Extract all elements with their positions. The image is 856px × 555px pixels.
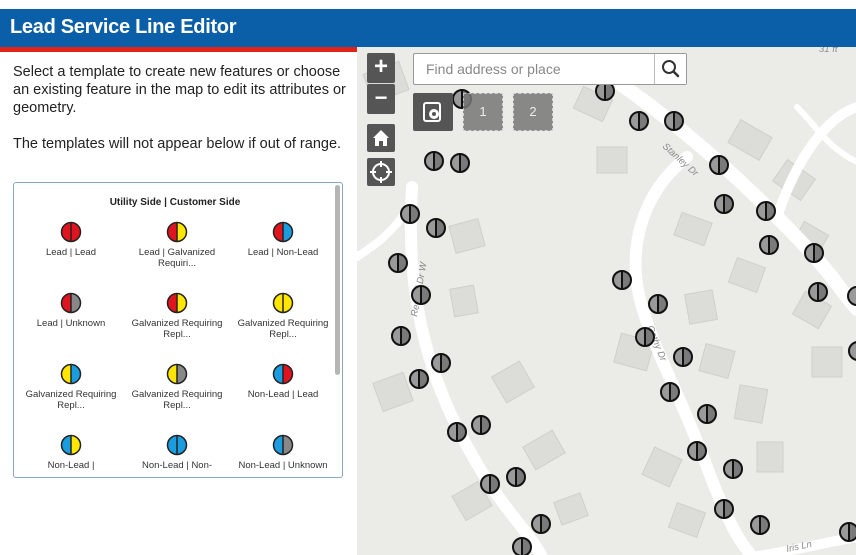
service-line-marker[interactable]: [756, 201, 776, 221]
service-line-marker[interactable]: [409, 369, 429, 389]
service-line-symbol-icon: [60, 292, 82, 314]
service-line-marker[interactable]: [629, 111, 649, 131]
service-line-marker[interactable]: [512, 537, 532, 555]
template-item[interactable]: Galvanized Requiring Repl...: [230, 292, 336, 340]
edit-gear-icon: [423, 102, 441, 122]
service-line-marker[interactable]: [808, 282, 828, 302]
service-line-symbol-icon: [166, 434, 188, 456]
template-picker[interactable]: Utility Side | Customer Side Lead | Lead…: [13, 182, 343, 478]
service-line-marker[interactable]: [687, 441, 707, 461]
template-label: Non-Lead | Unknown: [238, 460, 328, 471]
template-item[interactable]: Galvanized Requiring Repl...: [124, 363, 230, 411]
template-item[interactable]: Non-Lead | Non-: [124, 434, 230, 471]
instruction-text-1: Select a template to create new features…: [13, 64, 346, 116]
service-line-marker[interactable]: [714, 499, 734, 519]
template-item[interactable]: Lead | Galvanized Requiri...: [124, 221, 230, 269]
service-line-symbol-icon: [272, 221, 294, 243]
service-line-symbol-icon: [272, 363, 294, 385]
service-line-marker[interactable]: [450, 153, 470, 173]
template-label: Galvanized Requiring Repl...: [25, 389, 117, 411]
service-line-marker[interactable]: [531, 514, 551, 534]
template-item[interactable]: Non-Lead | Lead: [230, 363, 336, 400]
service-line-symbol-icon: [60, 434, 82, 456]
locate-icon: [370, 161, 392, 183]
service-line-symbol-icon: [166, 292, 188, 314]
editor-panel: Select a template to create new features…: [0, 52, 357, 555]
service-line-marker[interactable]: [697, 404, 717, 424]
app-title: Lead Service Line Editor: [10, 16, 237, 38]
page-2-button[interactable]: 2: [513, 93, 553, 131]
service-line-marker[interactable]: [391, 326, 411, 346]
map-view[interactable]: Stanley Dr Record Dr W Cathy Dr Iris Ln …: [357, 47, 856, 555]
search-button[interactable]: [654, 54, 686, 84]
home-button[interactable]: [367, 124, 395, 152]
template-label: Galvanized Requiring Repl...: [131, 389, 223, 411]
template-item[interactable]: Galvanized Requiring Repl...: [124, 292, 230, 340]
search-box: [413, 53, 687, 85]
instructions: Select a template to create new features…: [13, 63, 348, 171]
service-line-marker[interactable]: [480, 474, 500, 494]
service-line-marker[interactable]: [804, 243, 824, 263]
locate-button[interactable]: [367, 158, 395, 186]
app-header: Lead Service Line Editor: [0, 9, 856, 47]
service-line-marker[interactable]: [400, 204, 420, 224]
template-label: Lead | Unknown: [36, 318, 106, 329]
zoom-out-button[interactable]: −: [367, 84, 395, 114]
template-item[interactable]: Lead | Unknown: [18, 292, 124, 329]
template-label: Lead | Lead: [45, 247, 96, 258]
service-line-marker[interactable]: [424, 151, 444, 171]
template-label: Lead | Non-Lead: [247, 247, 319, 258]
service-line-marker[interactable]: [660, 382, 680, 402]
home-icon: [373, 130, 389, 146]
service-line-marker[interactable]: [471, 415, 491, 435]
template-label: Non-Lead |: [47, 460, 95, 471]
template-header: Utility Side | Customer Side: [109, 197, 241, 208]
template-item[interactable]: Galvanized Requiring Repl...: [18, 363, 124, 411]
service-line-marker[interactable]: [388, 253, 408, 273]
template-scrollbar[interactable]: [335, 185, 340, 375]
template-item[interactable]: Non-Lead | Unknown: [230, 434, 336, 471]
service-line-symbol-icon: [60, 363, 82, 385]
template-item[interactable]: Non-Lead |: [18, 434, 124, 471]
service-line-marker[interactable]: [411, 285, 431, 305]
service-line-marker[interactable]: [635, 327, 655, 347]
service-line-symbol-icon: [272, 434, 294, 456]
service-line-symbol-icon: [60, 221, 82, 243]
service-line-marker[interactable]: [750, 515, 770, 535]
service-line-marker[interactable]: [447, 422, 467, 442]
service-line-marker[interactable]: [431, 353, 451, 373]
page-1-button[interactable]: 1: [463, 93, 503, 131]
instruction-text-2: The templates will not appear below if o…: [13, 136, 342, 152]
service-line-marker[interactable]: [426, 218, 446, 238]
edit-settings-button[interactable]: [413, 93, 453, 131]
service-line-symbol-icon: [272, 292, 294, 314]
search-icon: [662, 60, 680, 78]
service-line-marker[interactable]: [673, 347, 693, 367]
template-label: Galvanized Requiring Repl...: [237, 318, 329, 340]
street-label-31ft: 31 ft: [819, 47, 838, 55]
search-input[interactable]: [414, 54, 654, 84]
top-strip: [0, 0, 856, 9]
service-line-symbol-icon: [166, 221, 188, 243]
template-label: Non-Lead | Non-: [141, 460, 213, 471]
template-item[interactable]: Lead | Lead: [18, 221, 124, 258]
template-label: Non-Lead | Lead: [247, 389, 319, 400]
template-item[interactable]: Lead | Non-Lead: [230, 221, 336, 258]
service-line-symbol-icon: [166, 363, 188, 385]
service-line-marker[interactable]: [612, 270, 632, 290]
service-line-marker[interactable]: [723, 459, 743, 479]
template-label: Galvanized Requiring Repl...: [131, 318, 223, 340]
service-line-marker[interactable]: [759, 235, 779, 255]
zoom-in-button[interactable]: +: [367, 53, 395, 83]
service-line-marker[interactable]: [648, 294, 668, 314]
service-line-marker[interactable]: [506, 467, 526, 487]
service-line-marker[interactable]: [714, 194, 734, 214]
service-line-marker[interactable]: [839, 522, 856, 542]
service-line-marker[interactable]: [664, 111, 684, 131]
service-line-marker[interactable]: [709, 155, 729, 175]
template-label: Lead | Galvanized Requiri...: [138, 247, 216, 269]
